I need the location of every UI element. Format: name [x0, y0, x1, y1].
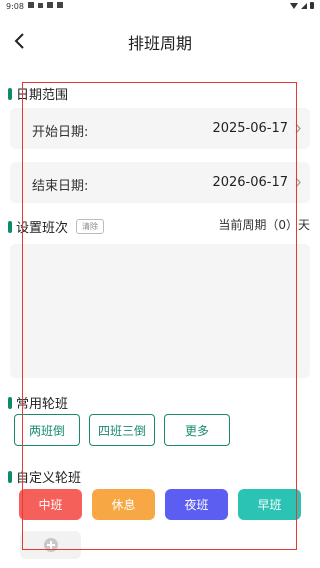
section-marker [8, 220, 12, 233]
shift-middle-button[interactable]: 中班 [19, 489, 82, 520]
date-range-heading: 日期范围 [8, 84, 68, 103]
download-icon [38, 2, 43, 8]
four-shift-three-rotation-button[interactable]: 四班三倒 [89, 414, 155, 446]
header: 排班周期 [0, 24, 320, 58]
status-system-icons [290, 2, 314, 9]
section-marker [8, 87, 12, 100]
date-range-title: 日期范围 [16, 88, 69, 103]
page-title: 排班周期 [127, 34, 192, 53]
two-shift-rotation-button[interactable]: 两班倒 [14, 414, 80, 446]
status-bar: 9:08 [0, 0, 320, 14]
more-rotation-button[interactable]: 更多 [164, 414, 230, 446]
shift-setting-title: 设置班次 [16, 221, 69, 236]
plus-circle-icon [43, 538, 58, 552]
end-date-row[interactable]: 结束日期: 2026-06-17 [10, 162, 310, 203]
start-date-value: 2025-06-17 [212, 121, 288, 136]
end-date-value: 2026-06-17 [212, 175, 288, 190]
notification-image-icon [28, 2, 34, 8]
add-shift-button[interactable] [20, 531, 81, 559]
common-rotation-heading: 常用轮班 [8, 393, 68, 412]
notification-square-icon [57, 2, 63, 8]
shift-rest-button[interactable]: 休息 [92, 489, 155, 520]
custom-rotation-heading: 自定义轮班 [8, 467, 81, 486]
shift-morning-button[interactable]: 早班 [238, 489, 301, 520]
common-rotation-title: 常用轮班 [16, 397, 69, 412]
section-marker [8, 396, 12, 409]
status-time: 9:08 [6, 2, 24, 11]
section-marker [8, 470, 12, 483]
wifi-icon [290, 2, 298, 9]
chevron-right-icon [295, 177, 301, 188]
clear-button[interactable]: 清除 [76, 219, 105, 234]
notification-app-icon [47, 2, 53, 8]
start-date-row[interactable]: 开始日期: 2025-06-17 [10, 108, 310, 149]
start-date-label: 开始日期: [32, 125, 89, 140]
signal-icon [301, 2, 307, 9]
current-cycle-text: 当前周期（0）天 [218, 218, 310, 232]
shift-night-button[interactable]: 夜班 [165, 489, 228, 520]
shift-sequence-area[interactable] [10, 244, 310, 378]
chevron-right-icon [295, 123, 301, 134]
end-date-label: 结束日期: [32, 179, 89, 194]
battery-icon [310, 2, 314, 9]
status-notification-icons [28, 2, 63, 8]
shift-setting-heading: 设置班次 清除 [8, 217, 105, 236]
custom-rotation-title: 自定义轮班 [16, 471, 82, 486]
